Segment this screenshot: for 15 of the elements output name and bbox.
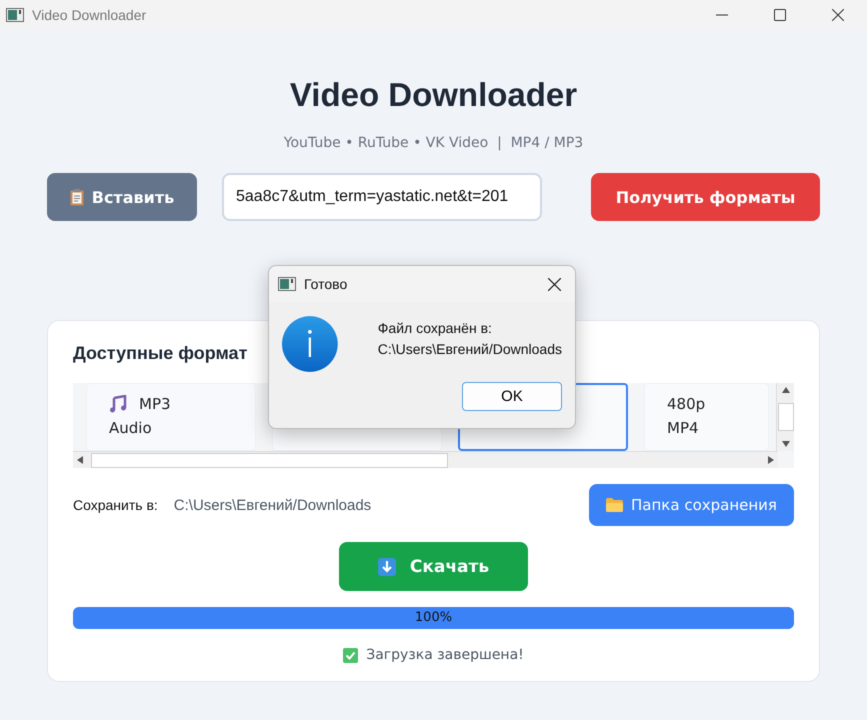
progress-text: 100% [414,609,454,627]
save-label: Сохранить в: [73,497,158,513]
dialog-title: Готово [304,276,348,292]
save-path: C:\Users\Евгений/Downloads [174,496,372,514]
dialog-message: Файл сохранён в: [378,319,493,338]
status-text: Загрузка завершена! [366,647,524,663]
app-heading: Video Downloader [288,76,578,115]
dialog-message: C:\Users\Евгений/Downloads [378,340,562,359]
format-label: Audio [109,419,152,437]
section-title: Доступные формат [73,343,248,365]
format-label: MP4 [667,419,699,437]
window-title: Video Downloader [32,7,146,23]
subtitle: YouTube • RuTube • VK Video | MP4 / MP3 [282,135,584,151]
format-label: MP3 [139,395,171,413]
format-label: 480p [667,395,706,413]
